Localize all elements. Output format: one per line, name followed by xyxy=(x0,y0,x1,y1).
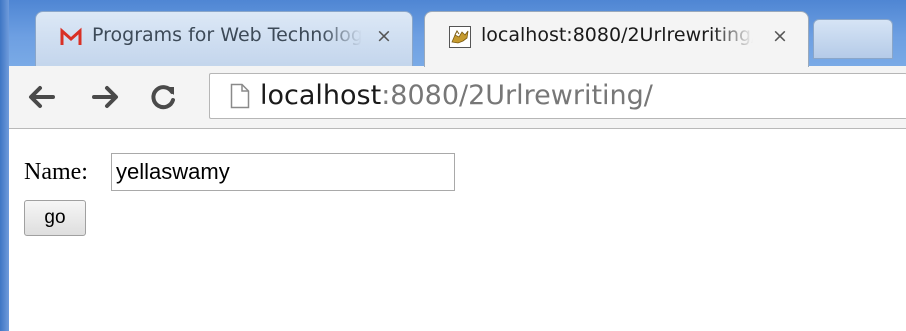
reload-button[interactable] xyxy=(147,80,181,114)
forward-button[interactable] xyxy=(89,80,123,114)
arrow-left-icon xyxy=(29,86,55,108)
reload-icon xyxy=(151,85,175,110)
tomcat-icon xyxy=(449,26,471,48)
tab-title: Programs for Web Technology xyxy=(92,24,362,46)
close-icon[interactable]: × xyxy=(374,24,394,48)
gmail-icon xyxy=(60,26,82,48)
back-button[interactable] xyxy=(24,80,58,114)
close-icon[interactable]: × xyxy=(770,24,790,48)
tab-strip: Programs for Web Technology × localhost:… xyxy=(9,0,906,67)
tab-title: localhost:8080/2Urlrewriting/ xyxy=(481,24,753,46)
url-path: :8080/2Urlrewriting/ xyxy=(381,80,653,111)
tab-localhost[interactable]: localhost:8080/2Urlrewriting/ × xyxy=(424,11,809,67)
name-label: Name: xyxy=(24,159,88,185)
arrow-right-icon xyxy=(92,86,118,108)
page-icon xyxy=(230,83,250,109)
tab-gmail[interactable]: Programs for Web Technology × xyxy=(35,11,413,67)
navigation-toolbar: localhost:8080/2Urlrewriting/ xyxy=(9,66,906,129)
window-frame xyxy=(0,0,9,331)
go-button[interactable]: go xyxy=(24,200,86,236)
url-host: localhost xyxy=(260,80,382,111)
new-tab-button[interactable] xyxy=(813,19,893,59)
browser-window: Programs for Web Technology × localhost:… xyxy=(0,0,906,331)
address-bar[interactable]: localhost:8080/2Urlrewriting/ xyxy=(209,73,906,119)
page-content: Name: go xyxy=(9,129,906,331)
name-input[interactable] xyxy=(111,153,455,191)
url-text: localhost:8080/2Urlrewriting/ xyxy=(260,79,653,113)
